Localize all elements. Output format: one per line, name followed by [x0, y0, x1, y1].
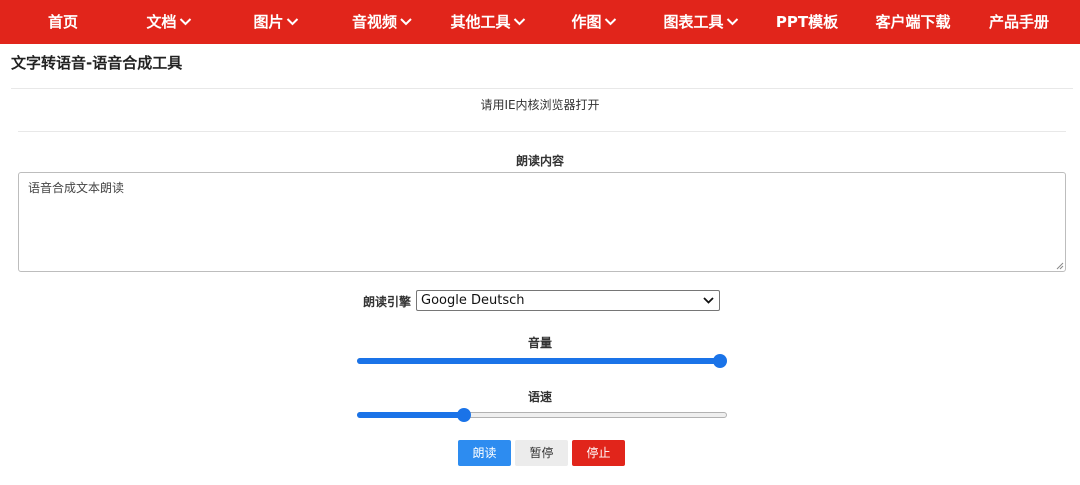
nav-item-other-tools[interactable]: 其他工具 — [450, 0, 526, 44]
top-navbar: 首页 文档 图片 音视频 其他工具 作图 图表工具 PPT模板 客户端下载 产品… — [0, 0, 1080, 44]
nav-item-drawing[interactable]: 作图 — [571, 0, 617, 44]
chevron-down-icon — [179, 18, 192, 26]
stop-button[interactable]: 停止 — [572, 440, 625, 466]
divider — [18, 131, 1066, 132]
nav-item-label: 客户端下载 — [875, 13, 951, 31]
nav-item-chart-tools[interactable]: 图表工具 — [663, 0, 739, 44]
chevron-down-icon — [703, 297, 714, 304]
nav-item-home[interactable]: 首页 — [48, 0, 78, 44]
browser-notice: 请用IE内核浏览器打开 — [480, 98, 600, 112]
engine-select[interactable]: Google Deutsch — [416, 290, 720, 311]
chevron-down-icon — [400, 18, 412, 26]
chevron-down-icon — [286, 18, 299, 26]
divider — [11, 88, 1073, 89]
nav-item-product-manual[interactable]: 产品手册 — [989, 0, 1049, 44]
nav-item-label: 音视频 — [351, 13, 398, 31]
read-button[interactable]: 朗读 — [458, 440, 511, 466]
rate-slider[interactable] — [357, 407, 727, 423]
slider-fill — [357, 358, 720, 364]
nav-item-images[interactable]: 图片 — [253, 0, 299, 44]
nav-item-audio-video[interactable]: 音视频 — [352, 0, 412, 44]
nav-item-label: 作图 — [571, 13, 602, 31]
chevron-down-icon — [726, 18, 739, 26]
nav-item-label: PPT模板 — [775, 13, 839, 31]
engine-label: 朗读引擎 — [363, 295, 412, 309]
nav-item-label: 首页 — [47, 13, 79, 31]
slider-thumb[interactable] — [713, 354, 727, 368]
page-title: 文字转语音-语音合成工具 — [11, 54, 183, 72]
slider-fill — [357, 412, 464, 418]
engine-select-value: Google Deutsch — [421, 293, 525, 308]
resize-grip-icon[interactable] — [1056, 262, 1064, 270]
content-label: 朗读内容 — [515, 154, 564, 168]
nav-item-client-download[interactable]: 客户端下载 — [875, 0, 950, 44]
nav-item-ppt-templates[interactable]: PPT模板 — [776, 0, 838, 44]
content-textarea[interactable]: 语音合成文本朗读 — [18, 172, 1066, 272]
pause-button[interactable]: 暂停 — [515, 440, 568, 466]
volume-label: 音量 — [527, 336, 552, 350]
nav-item-label: 其他工具 — [450, 13, 511, 31]
chevron-down-icon — [604, 18, 617, 26]
nav-item-label: 图片 — [253, 13, 284, 31]
volume-slider[interactable] — [357, 353, 727, 369]
nav-item-label: 文档 — [146, 13, 177, 31]
rate-label: 语速 — [527, 390, 552, 404]
nav-item-label: 图表工具 — [663, 13, 724, 31]
chevron-down-icon — [513, 18, 526, 26]
nav-item-label: 产品手册 — [988, 13, 1050, 31]
slider-thumb[interactable] — [456, 408, 471, 422]
nav-item-documents[interactable]: 文档 — [146, 0, 192, 44]
